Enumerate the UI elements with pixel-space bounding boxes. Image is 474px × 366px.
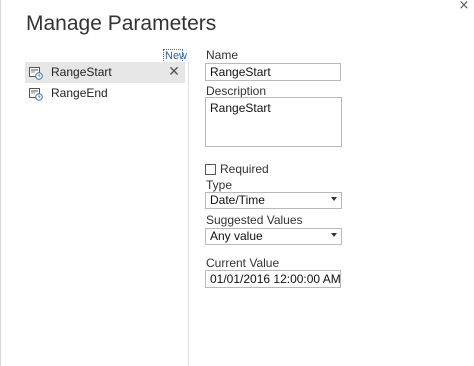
chevron-down-icon bbox=[331, 197, 337, 201]
dialog-left-border bbox=[0, 0, 1, 366]
parameter-item-label: RangeEnd bbox=[51, 86, 108, 100]
type-select[interactable]: Date/Time bbox=[205, 192, 342, 209]
parameter-icon bbox=[29, 86, 43, 101]
chevron-down-icon bbox=[331, 233, 337, 237]
name-label: Name bbox=[206, 48, 239, 62]
dialog-title: Manage Parameters bbox=[26, 12, 217, 35]
close-icon[interactable]: × bbox=[455, 0, 473, 12]
type-select-value: Date/Time bbox=[210, 193, 265, 207]
required-checkbox[interactable] bbox=[205, 164, 216, 175]
delete-icon[interactable]: ✕ bbox=[167, 64, 181, 80]
parameter-icon bbox=[29, 65, 43, 80]
parameter-item-label: RangeStart bbox=[51, 65, 112, 79]
name-input[interactable]: RangeStart bbox=[205, 63, 341, 81]
suggested-values-select-value: Any value bbox=[210, 229, 263, 243]
parameter-item-rangestart[interactable]: RangeStart ✕ bbox=[25, 62, 185, 83]
current-value-input[interactable]: 01/01/2016 12:00:00 AM bbox=[205, 270, 341, 288]
description-input[interactable]: RangeStart bbox=[205, 97, 342, 147]
parameter-item-rangeend[interactable]: RangeEnd bbox=[25, 83, 185, 104]
list-divider bbox=[188, 62, 189, 366]
current-value-label: Current Value bbox=[206, 256, 280, 270]
type-label: Type bbox=[206, 178, 233, 192]
new-parameter-button[interactable]: New bbox=[163, 49, 187, 63]
suggested-values-select[interactable]: Any value bbox=[205, 228, 342, 245]
manage-parameters-dialog: × Manage Parameters New RangeStart ✕ Ran… bbox=[0, 0, 474, 366]
parameter-list: RangeStart ✕ RangeEnd bbox=[25, 62, 185, 362]
required-label: Required bbox=[220, 162, 269, 176]
description-label: Description bbox=[206, 84, 267, 98]
suggested-values-label: Suggested Values bbox=[206, 213, 303, 227]
